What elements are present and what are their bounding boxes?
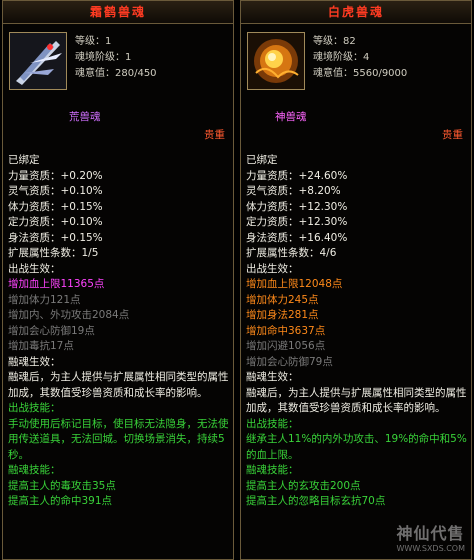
watermark-url: WWW.SXDS.COM — [396, 544, 465, 553]
left-attr-line: 融魂后，为主人提供与扩展属性相同类型的属性加成，其数值受珍兽资质和成长率的影响。 — [8, 371, 229, 399]
right-level: 等级：82 — [313, 36, 356, 47]
right-tiger-soul-icon — [247, 32, 305, 90]
left-attr-line: 体力资质：+0.15% — [8, 200, 103, 213]
left-attr-line: 灵气资质：+0.10% — [8, 185, 103, 197]
right-attr-line: 体力资质：+12.30% — [246, 200, 348, 213]
right-header-area: 等级：82 魂境阶级：4 魂意值：5560/9000 — [241, 24, 471, 102]
right-attr-line: 已绑定 — [246, 154, 278, 166]
right-attr-line: 增加命中3637点 — [246, 324, 326, 337]
left-header-area: 等级：1 魂境阶级：1 魂意值：280/450 — [3, 24, 233, 102]
right-attr-line: 出战生效： — [246, 262, 299, 275]
right-attr-line: 定力资质：+12.30% — [246, 216, 348, 228]
left-attr-line: 增加体力121点 — [8, 293, 81, 306]
right-attr-line: 提高主人的玄攻击200点 — [246, 479, 361, 492]
left-rarity: 贵重 — [204, 129, 225, 141]
left-attr-line: 扩展属性条数：1/5 — [8, 247, 99, 259]
left-realm: 魂境阶级：1 — [75, 52, 132, 63]
left-soul-value: 魂意值：280/450 — [75, 68, 157, 79]
left-attr-line: 出战技能： — [8, 402, 61, 414]
left-attr-line: 增加毒抗17点 — [8, 340, 74, 352]
screenshot-root: 霜鹤兽魂 等级：1 魂境阶级：1 魂意值：280/450 荒兽魂 贵重 已绑定 … — [0, 0, 474, 560]
left-level: 等级：1 — [75, 36, 112, 47]
left-attr-line: 手动使用后标记目标，使目标无法隐身，无法使用传送道具，无法回城。切换场景消失，持… — [8, 417, 229, 461]
right-attr-line: 融魂技能： — [246, 464, 299, 476]
right-tier: 神兽魂 — [275, 111, 307, 123]
left-attr-line: 增加内、外功攻击2084点 — [8, 309, 130, 321]
right-attr-line: 力量资质：+24.60% — [246, 169, 348, 182]
left-attr-line: 提高主人的毒攻击35点 — [8, 479, 116, 492]
left-attr-line: 提高主人的命中391点 — [8, 495, 113, 507]
right-attr-line: 身法资质：+16.40% — [246, 231, 348, 244]
left-attr-line: 出战生效： — [8, 262, 61, 275]
right-stats-summary: 等级：82 魂境阶级：4 魂意值：5560/9000 — [313, 34, 407, 82]
right-attr-line: 灵气资质：+8.20% — [246, 185, 341, 197]
right-attr-line: 增加闪避1056点 — [246, 340, 326, 352]
left-attr-line: 增加会心防御19点 — [8, 324, 95, 337]
left-grade-row: 荒兽魂 贵重 — [3, 109, 233, 141]
right-grade-row: 神兽魂 贵重 — [241, 109, 471, 141]
left-tier: 荒兽魂 — [69, 111, 101, 123]
right-soul-value: 魂意值：5560/9000 — [313, 68, 408, 79]
right-attr-line: 出战技能： — [246, 417, 299, 430]
left-soul-tooltip: 霜鹤兽魂 等级：1 魂境阶级：1 魂意值：280/450 荒兽魂 贵重 已绑定 … — [2, 0, 234, 560]
left-attribute-list: 已绑定力量资质：+0.20% 灵气资质：+0.10% 体力资质：+0.15% 定力资质… — [8, 153, 231, 510]
right-soul-tooltip: 白虎兽魂 等级：82 魂境阶级：4 魂意值：5560/9000 神兽魂 贵重 已… — [240, 0, 472, 560]
right-attr-line: 增加会心防御79点 — [246, 355, 333, 368]
left-attr-line: 融魂技能： — [8, 464, 61, 476]
left-attr-line: 身法资质：+0.15% — [8, 231, 103, 244]
left-attr-line: 增加血上限11365点 — [8, 278, 105, 290]
watermark-logo: 神仙代售 WWW.SXDS.COM — [397, 520, 465, 553]
right-attr-line: 融魂生效： — [246, 371, 299, 383]
left-attr-line: 融魂生效： — [8, 355, 61, 368]
right-realm: 魂境阶级：4 — [313, 52, 370, 63]
right-attr-line: 增加血上限12048点 — [246, 278, 343, 290]
left-title: 霜鹤兽魂 — [3, 1, 233, 24]
right-attr-line: 融魂后，为主人提供与扩展属性相同类型的属性加成，其数值受珍兽资质和成长率的影响。 — [246, 386, 467, 415]
right-title: 白虎兽魂 — [241, 1, 471, 24]
left-crane-soul-icon — [9, 32, 67, 90]
right-attr-line: 提高主人的忽略目标玄抗70点 — [246, 495, 386, 507]
right-attr-line: 增加身法281点 — [246, 309, 319, 321]
right-rarity: 贵重 — [442, 129, 463, 141]
right-attribute-list: 已绑定力量资质：+24.60% 灵气资质：+8.20% 体力资质：+12.30% 定力… — [246, 153, 469, 510]
left-attr-line: 力量资质：+0.20% — [8, 169, 103, 182]
watermark-text: 神仙代售 — [396, 524, 465, 543]
right-attr-line: 继承主人11%的内外功攻击、19%的命中和5%的血上限。 — [246, 433, 467, 461]
right-attr-line: 扩展属性条数：4/6 — [246, 247, 337, 259]
left-attr-line: 已绑定 — [8, 154, 40, 166]
left-attr-line: 定力资质：+0.10% — [8, 216, 103, 228]
left-stats-summary: 等级：1 魂境阶级：1 魂意值：280/450 — [75, 34, 157, 82]
right-attr-line: 增加体力245点 — [246, 293, 319, 306]
